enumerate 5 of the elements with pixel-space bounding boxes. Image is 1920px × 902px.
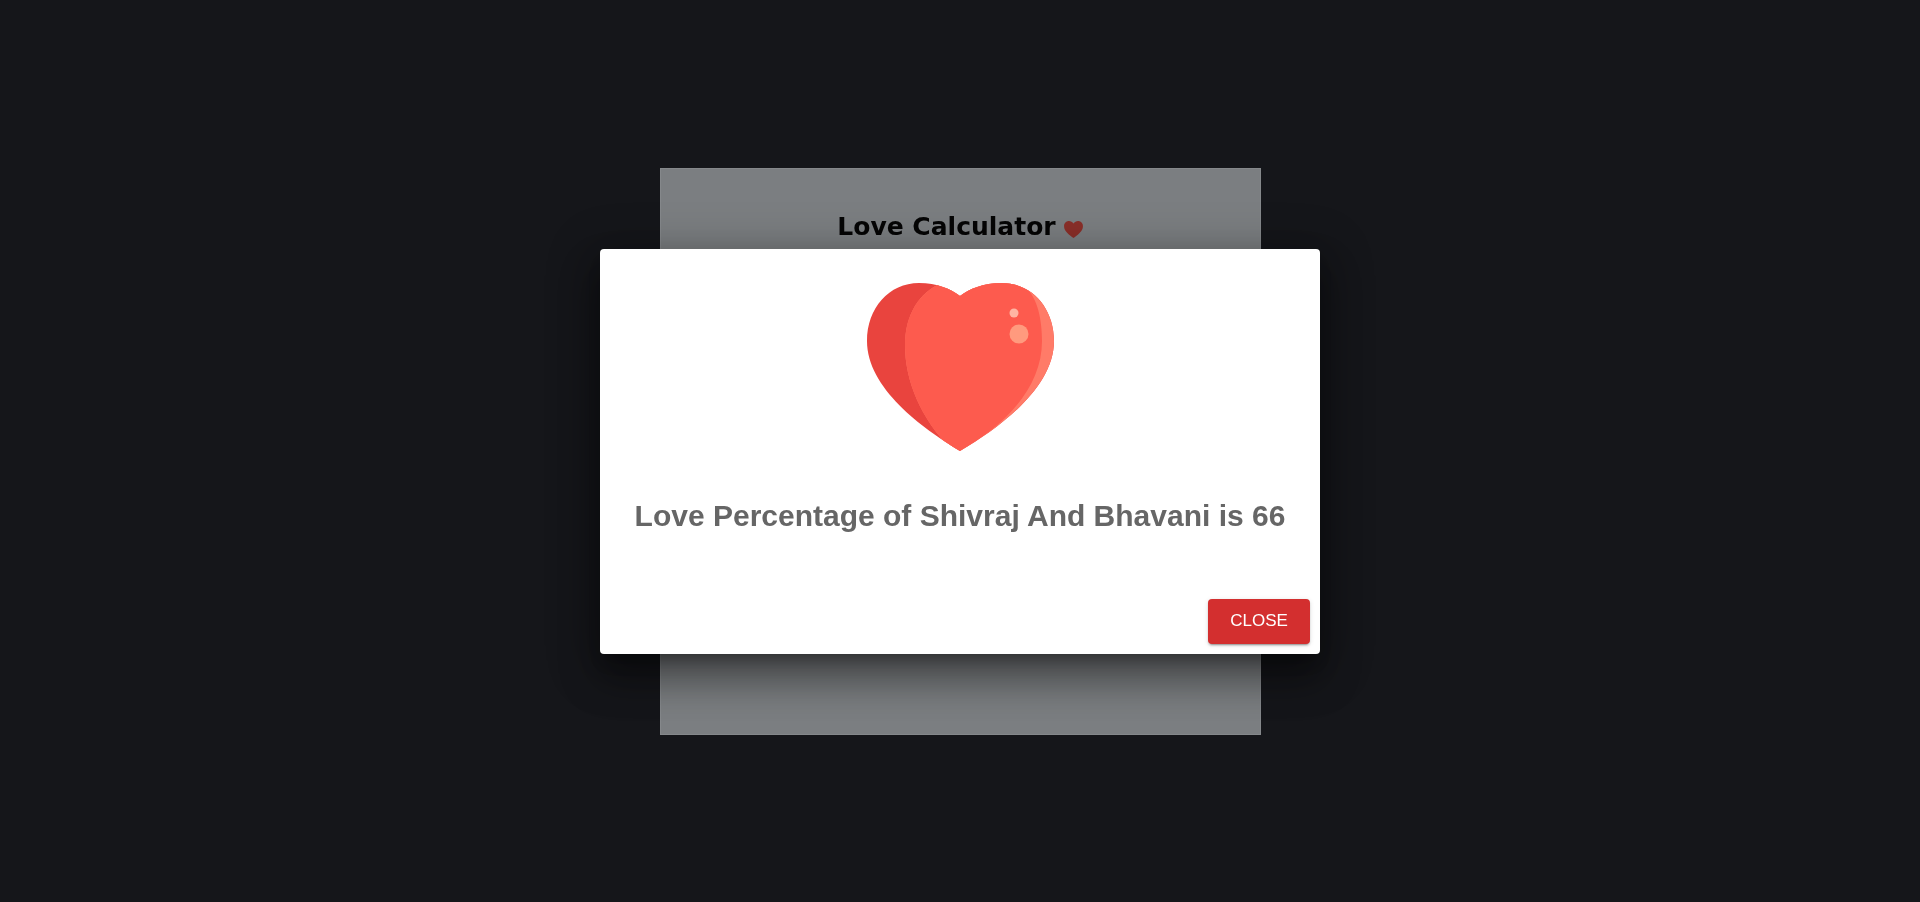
- result-message: Love Percentage of Shivraj And Bhavani is 66: [634, 497, 1286, 533]
- close-button[interactable]: CLOSE: [1208, 598, 1310, 644]
- heart-icon: [866, 282, 1054, 451]
- app-title: Love Calculator: [837, 211, 1056, 243]
- heart-icon: [1063, 220, 1083, 238]
